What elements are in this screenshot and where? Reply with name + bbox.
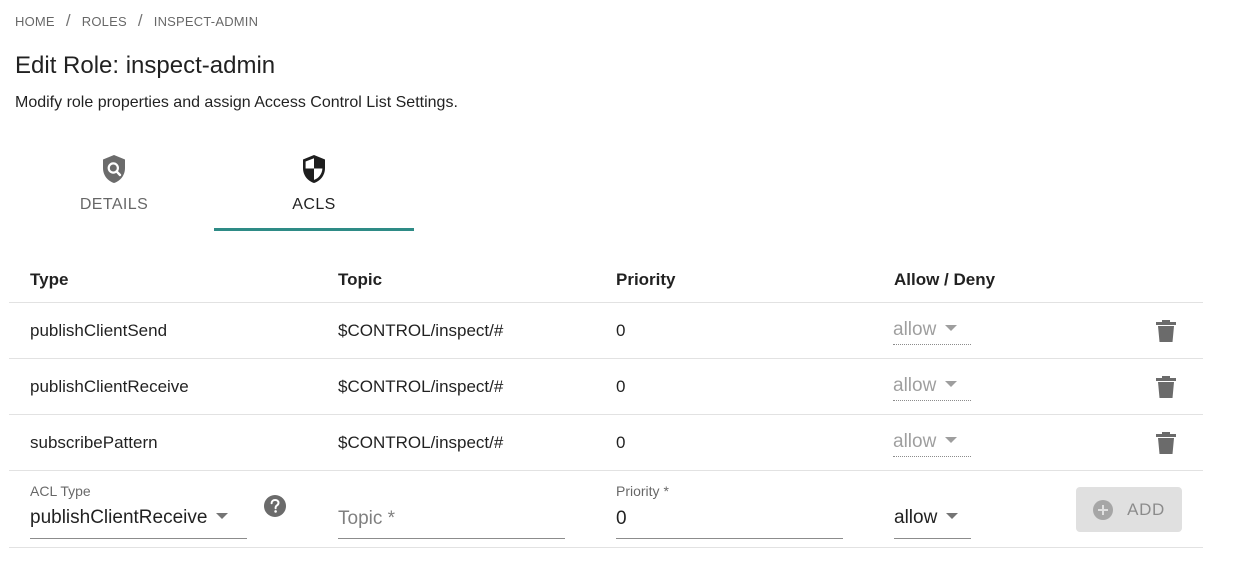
allow-deny-select: allow: [893, 371, 971, 401]
acl-type-select-value: publishClientReceive: [30, 507, 208, 528]
column-header-type: Type: [30, 270, 69, 289]
allow-deny-value: allow: [893, 431, 937, 452]
page-title: Edit Role: inspect-admin: [15, 52, 276, 79]
breadcrumb-roles[interactable]: ROLES: [82, 14, 127, 29]
caret-down-icon: [946, 513, 959, 520]
allow-deny-value: allow: [893, 375, 937, 396]
column-header-topic: Topic: [338, 270, 383, 289]
breadcrumb-current: INSPECT-ADMIN: [153, 13, 259, 29]
priority-input[interactable]: 0: [616, 501, 843, 539]
tab-details[interactable]: DETAILS: [14, 145, 214, 231]
column-header-allow-deny: Allow / Deny: [894, 270, 996, 289]
tab-details-label: DETAILS: [79, 196, 149, 213]
table-row: publishClientReceive $CONTROL/inspect/# …: [9, 359, 1203, 415]
caret-down-icon: [945, 437, 958, 444]
breadcrumb-home[interactable]: HOME: [15, 14, 55, 29]
priority-label: Priority *: [616, 483, 669, 499]
acl-topic-cell: $CONTROL/inspect/#: [338, 377, 504, 396]
table-row: subscribePattern $CONTROL/inspect/# 0 al…: [9, 415, 1203, 471]
caret-down-icon: [216, 513, 229, 520]
acl-type-select[interactable]: publishClientReceive: [30, 501, 247, 539]
add-circle-icon: [1093, 499, 1114, 520]
tab-bar: DETAILS ACLS: [14, 145, 414, 231]
shield-half-icon: [303, 155, 325, 183]
delete-icon[interactable]: [1155, 375, 1177, 399]
page-subtitle: Modify role properties and assign Access…: [15, 94, 458, 111]
acl-topic-cell: $CONTROL/inspect/#: [338, 433, 504, 452]
add-acl-button-label: ADD: [1127, 499, 1165, 519]
topic-input-placeholder: Topic *: [338, 508, 396, 529]
acl-priority-cell: 0: [616, 377, 626, 396]
breadcrumb-separator: /: [65, 11, 71, 30]
tab-acls-label: ACLS: [292, 196, 336, 213]
acl-priority-cell: 0: [616, 433, 626, 452]
breadcrumb: HOME / ROLES / INSPECT-ADMIN: [15, 11, 258, 31]
column-header-priority: Priority: [616, 270, 676, 289]
caret-down-icon: [945, 325, 958, 332]
delete-icon[interactable]: [1155, 319, 1177, 343]
allow-deny-value: allow: [893, 319, 937, 340]
acl-type-cell: publishClientReceive: [30, 377, 189, 396]
delete-icon[interactable]: [1155, 431, 1177, 455]
acl-table: Type Topic Priority Allow / Deny publish…: [9, 252, 1203, 548]
topic-input[interactable]: Topic *: [338, 501, 565, 539]
acl-topic-cell: $CONTROL/inspect/#: [338, 321, 504, 340]
caret-down-icon: [945, 381, 958, 388]
add-acl-button[interactable]: ADD: [1076, 487, 1182, 532]
help-icon[interactable]: [264, 495, 286, 517]
tab-acls[interactable]: ACLS: [214, 145, 414, 231]
shield-search-icon: [103, 155, 125, 183]
allow-deny-new-select[interactable]: allow: [894, 501, 971, 539]
priority-input-value: 0: [616, 508, 627, 529]
allow-deny-new-value: allow: [894, 507, 938, 528]
acl-type-cell: subscribePattern: [30, 433, 158, 452]
acl-type-cell: publishClientSend: [30, 321, 168, 340]
allow-deny-select: allow: [893, 315, 971, 345]
acl-priority-cell: 0: [616, 321, 626, 340]
acl-type-label: ACL Type: [30, 483, 91, 499]
new-acl-row: ACL Type publishClientReceive Topic * Pr…: [9, 471, 1203, 548]
breadcrumb-separator: /: [137, 11, 143, 30]
table-row: publishClientSend $CONTROL/inspect/# 0 a…: [9, 303, 1203, 359]
table-header-row: Type Topic Priority Allow / Deny: [9, 252, 1203, 303]
allow-deny-select: allow: [893, 427, 971, 457]
